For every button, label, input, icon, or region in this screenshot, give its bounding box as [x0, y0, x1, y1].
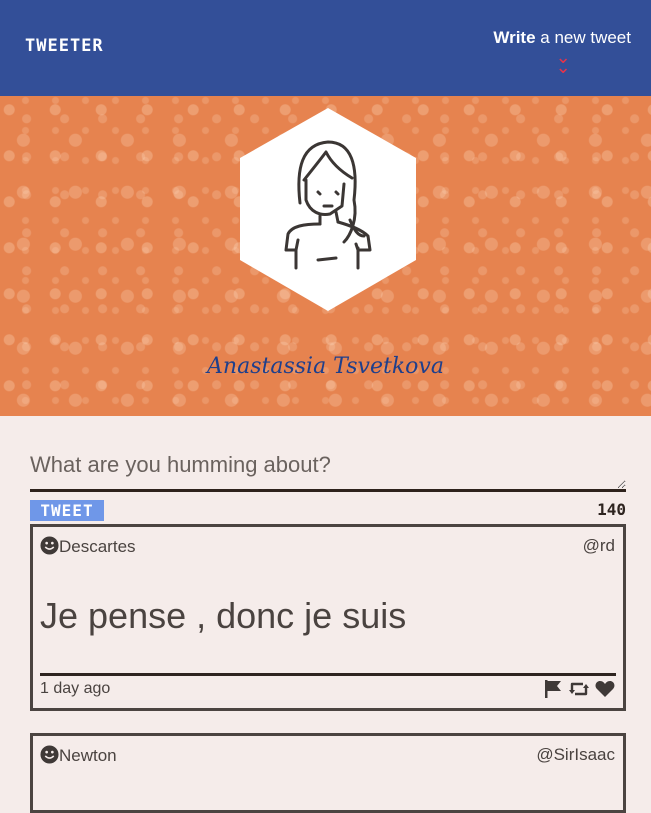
profile-name: Anastassia Tsvetkova: [207, 354, 444, 379]
heart-icon[interactable]: [594, 678, 616, 700]
tweet-timestamp: 1 day ago: [40, 680, 111, 697]
avatar: [240, 108, 416, 311]
profile-banner: Anastassia Tsvetkova: [0, 96, 651, 416]
smiley-icon: [40, 536, 59, 555]
tweet-handle[interactable]: @SirIsaac: [536, 745, 615, 765]
brand-logo[interactable]: TWEETER: [25, 36, 104, 56]
top-navigation-bar: TWEETER Write a new tweet ⌄ ⌄: [0, 0, 651, 96]
tweet-footer: 1 day ago: [40, 673, 616, 706]
tweet-author: Newton: [40, 745, 117, 766]
retweet-icon[interactable]: [568, 678, 590, 700]
tweet-handle[interactable]: @rd: [583, 536, 615, 556]
write-label-rest: a new tweet: [535, 28, 631, 47]
character-counter: 140: [597, 500, 626, 519]
tweet-actions: [542, 678, 616, 700]
tweet-author: Descartes: [40, 536, 136, 557]
tweet-submit-button[interactable]: TWEET: [30, 500, 104, 521]
tweet-card: Descartes @rd Je pense , donc je suis 1 …: [30, 524, 626, 711]
write-label: Write: [493, 28, 536, 47]
write-tweet-toggle[interactable]: Write a new tweet ⌄ ⌄: [493, 28, 631, 76]
smiley-icon: [40, 745, 59, 764]
flag-icon[interactable]: [542, 678, 564, 700]
compose-tweet-input[interactable]: [30, 442, 626, 492]
tweet-card: Newton @SirIsaac: [30, 733, 626, 813]
tweet-author-name: Descartes: [59, 537, 136, 556]
tweet-author-name: Newton: [59, 746, 117, 765]
tweet-text: Je pense , donc je suis: [40, 595, 407, 636]
double-chevron-down-icon[interactable]: ⌄ ⌄: [493, 48, 631, 76]
